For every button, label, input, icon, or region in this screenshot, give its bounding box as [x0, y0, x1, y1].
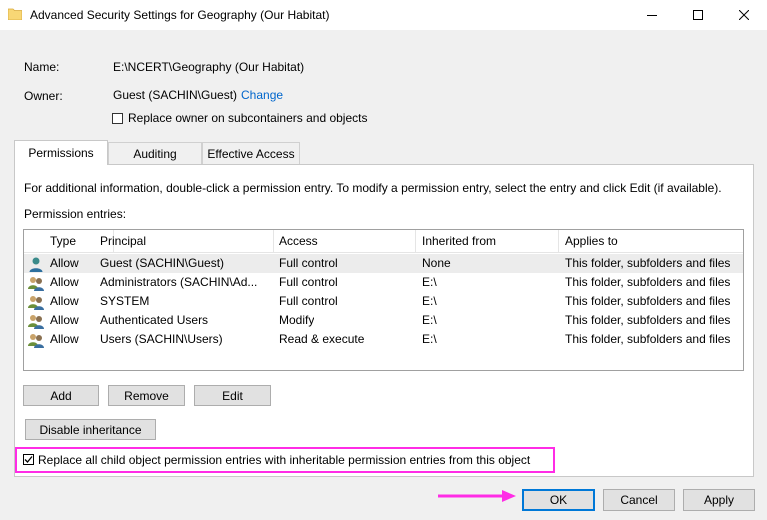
row-principal: SYSTEM: [100, 294, 150, 308]
row-access: Modify: [279, 313, 315, 327]
close-icon: [739, 10, 749, 20]
row-inherited: None: [422, 256, 451, 270]
user-group-icon: [28, 277, 44, 291]
row-access: Full control: [279, 256, 338, 270]
replace-owner-label: Replace owner on subcontainers and objec…: [128, 111, 368, 125]
disable-inheritance-button[interactable]: Disable inheritance: [25, 419, 156, 440]
row-applies: This folder, subfolders and files: [565, 313, 731, 327]
row-type: Allow: [50, 332, 79, 346]
remove-button[interactable]: Remove: [108, 385, 185, 406]
row-type: Allow: [50, 275, 79, 289]
tab-effective-access-label: Effective Access: [207, 146, 295, 161]
tab-auditing[interactable]: Auditing: [108, 142, 202, 164]
list-header: Type Principal Access Inherited from App…: [24, 230, 743, 253]
name-value: E:\NCERT\Geography (Our Habitat): [113, 60, 305, 74]
name-label: Name:: [24, 60, 60, 74]
tab-permissions-label: Permissions: [28, 146, 94, 160]
row-access: Full control: [279, 275, 338, 289]
owner-value: Guest (SACHIN\Guest): [113, 88, 238, 102]
row-type: Allow: [50, 256, 79, 270]
edit-button[interactable]: Edit: [194, 385, 271, 406]
maximize-icon: [693, 10, 703, 20]
user-icon: [29, 257, 43, 272]
table-row[interactable]: Allow Guest (SACHIN\Guest) Full control …: [24, 254, 743, 273]
row-applies: This folder, subfolders and files: [565, 275, 731, 289]
user-group-icon: [28, 315, 44, 329]
apply-button[interactable]: Apply: [683, 489, 755, 511]
row-principal: Users (SACHIN\Users): [100, 332, 223, 346]
maximize-button[interactable]: [675, 0, 721, 30]
user-group-icon: [28, 334, 44, 348]
column-principal[interactable]: Principal: [94, 230, 274, 252]
row-principal: Guest (SACHIN\Guest): [100, 256, 225, 270]
add-button[interactable]: Add: [23, 385, 99, 406]
title-bar: Advanced Security Settings for Geography…: [0, 0, 767, 30]
column-access[interactable]: Access: [273, 230, 416, 252]
tab-effective-access[interactable]: Effective Access: [202, 142, 300, 164]
permission-entries-label: Permission entries:: [24, 207, 127, 221]
row-type: Allow: [50, 294, 79, 308]
row-principal: Administrators (SACHIN\Ad...: [100, 275, 258, 289]
tab-permissions[interactable]: Permissions: [14, 140, 108, 165]
row-inherited: E:\: [422, 294, 437, 308]
checkmark-icon: [24, 456, 33, 463]
column-applies-to[interactable]: Applies to: [559, 230, 743, 252]
row-access: Read & execute: [279, 332, 365, 346]
row-inherited: E:\: [422, 275, 437, 289]
row-access: Full control: [279, 294, 338, 308]
tab-auditing-label: Auditing: [133, 146, 177, 161]
cancel-button[interactable]: Cancel: [603, 489, 675, 511]
row-inherited: E:\: [422, 332, 437, 346]
row-principal: Authenticated Users: [100, 313, 209, 327]
arrow-annotation-icon: [438, 490, 516, 502]
row-applies: This folder, subfolders and files: [565, 332, 731, 346]
row-inherited: E:\: [422, 313, 437, 327]
change-owner-link[interactable]: Change: [241, 88, 283, 102]
table-row[interactable]: Allow Administrators (SACHIN\Ad... Full …: [24, 273, 743, 292]
replace-child-label: Replace all child object permission entr…: [38, 453, 531, 467]
row-type: Allow: [50, 313, 79, 327]
folder-icon: [8, 8, 22, 20]
minimize-button[interactable]: [629, 0, 675, 30]
row-applies: This folder, subfolders and files: [565, 256, 731, 270]
column-inherited-from[interactable]: Inherited from: [416, 230, 559, 252]
owner-label: Owner:: [24, 89, 63, 103]
ok-button[interactable]: OK: [522, 489, 595, 511]
table-row[interactable]: Allow Users (SACHIN\Users) Read & execut…: [24, 330, 743, 349]
row-applies: This folder, subfolders and files: [565, 294, 731, 308]
replace-child-checkbox[interactable]: [23, 454, 34, 465]
window-title: Advanced Security Settings for Geography…: [30, 8, 330, 22]
info-text: For additional information, double-click…: [24, 181, 722, 195]
close-button[interactable]: [721, 0, 767, 30]
minimize-icon: [647, 15, 657, 16]
table-row[interactable]: Allow SYSTEM Full control E:\ This folde…: [24, 292, 743, 311]
replace-owner-checkbox[interactable]: [112, 113, 123, 124]
user-group-icon: [28, 296, 44, 310]
permission-entries-list[interactable]: Type Principal Access Inherited from App…: [23, 229, 744, 371]
table-row[interactable]: Allow Authenticated Users Modify E:\ Thi…: [24, 311, 743, 330]
